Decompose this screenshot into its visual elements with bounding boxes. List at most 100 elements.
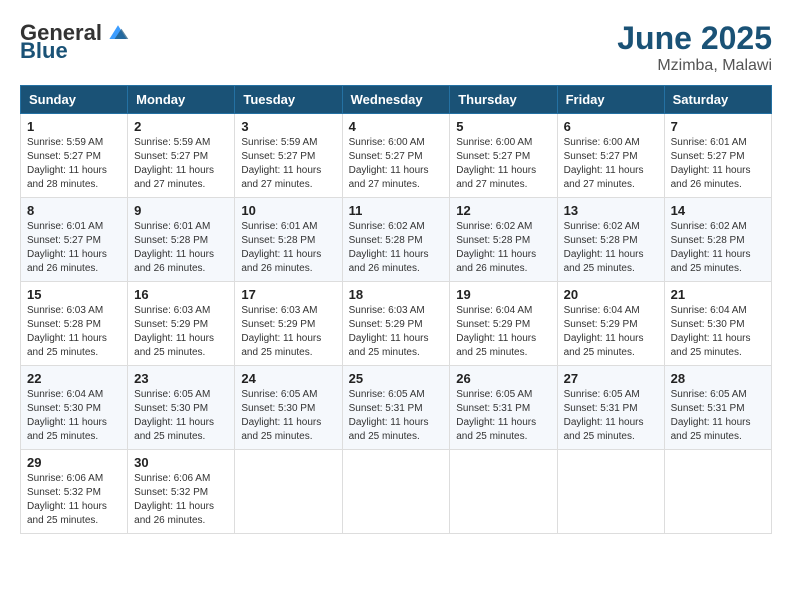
calendar-cell: 28 Sunrise: 6:05 AMSunset: 5:31 PMDaylig… bbox=[664, 366, 771, 450]
calendar-cell: 20 Sunrise: 6:04 AMSunset: 5:29 PMDaylig… bbox=[557, 282, 664, 366]
calendar-header-wednesday: Wednesday bbox=[342, 86, 450, 114]
day-info: Sunrise: 5:59 AMSunset: 5:27 PMDaylight:… bbox=[134, 137, 214, 190]
day-number: 17 bbox=[241, 287, 335, 302]
day-number: 30 bbox=[134, 455, 228, 470]
calendar-cell: 19 Sunrise: 6:04 AMSunset: 5:29 PMDaylig… bbox=[450, 282, 557, 366]
calendar-cell: 18 Sunrise: 6:03 AMSunset: 5:29 PMDaylig… bbox=[342, 282, 450, 366]
calendar-header-thursday: Thursday bbox=[450, 86, 557, 114]
day-info: Sunrise: 6:03 AMSunset: 5:29 PMDaylight:… bbox=[241, 305, 321, 358]
day-info: Sunrise: 6:02 AMSunset: 5:28 PMDaylight:… bbox=[564, 221, 644, 274]
calendar-cell: 22 Sunrise: 6:04 AMSunset: 5:30 PMDaylig… bbox=[21, 366, 128, 450]
day-info: Sunrise: 6:01 AMSunset: 5:28 PMDaylight:… bbox=[241, 221, 321, 274]
day-number: 14 bbox=[671, 203, 765, 218]
day-info: Sunrise: 6:03 AMSunset: 5:29 PMDaylight:… bbox=[349, 305, 429, 358]
calendar-cell: 23 Sunrise: 6:05 AMSunset: 5:30 PMDaylig… bbox=[128, 366, 235, 450]
calendar-cell: 10 Sunrise: 6:01 AMSunset: 5:28 PMDaylig… bbox=[235, 198, 342, 282]
calendar-cell: 6 Sunrise: 6:00 AMSunset: 5:27 PMDayligh… bbox=[557, 114, 664, 198]
day-info: Sunrise: 6:00 AMSunset: 5:27 PMDaylight:… bbox=[564, 137, 644, 190]
calendar-cell bbox=[342, 450, 450, 534]
day-number: 3 bbox=[241, 119, 335, 134]
calendar-week-row: 29 Sunrise: 6:06 AMSunset: 5:32 PMDaylig… bbox=[21, 450, 772, 534]
logo: General Blue bbox=[20, 20, 130, 64]
day-number: 11 bbox=[349, 203, 444, 218]
calendar-cell: 14 Sunrise: 6:02 AMSunset: 5:28 PMDaylig… bbox=[664, 198, 771, 282]
calendar-cell bbox=[235, 450, 342, 534]
day-info: Sunrise: 6:00 AMSunset: 5:27 PMDaylight:… bbox=[456, 137, 536, 190]
day-number: 13 bbox=[564, 203, 658, 218]
day-number: 1 bbox=[27, 119, 121, 134]
day-info: Sunrise: 6:05 AMSunset: 5:31 PMDaylight:… bbox=[671, 389, 751, 442]
day-number: 4 bbox=[349, 119, 444, 134]
day-info: Sunrise: 6:01 AMSunset: 5:27 PMDaylight:… bbox=[27, 221, 107, 274]
day-number: 25 bbox=[349, 371, 444, 386]
day-info: Sunrise: 6:02 AMSunset: 5:28 PMDaylight:… bbox=[349, 221, 429, 274]
day-number: 12 bbox=[456, 203, 550, 218]
logo-icon bbox=[106, 23, 130, 43]
day-number: 16 bbox=[134, 287, 228, 302]
day-info: Sunrise: 6:05 AMSunset: 5:30 PMDaylight:… bbox=[134, 389, 214, 442]
day-number: 22 bbox=[27, 371, 121, 386]
calendar-cell: 5 Sunrise: 6:00 AMSunset: 5:27 PMDayligh… bbox=[450, 114, 557, 198]
day-number: 19 bbox=[456, 287, 550, 302]
day-number: 29 bbox=[27, 455, 121, 470]
day-info: Sunrise: 6:05 AMSunset: 5:31 PMDaylight:… bbox=[564, 389, 644, 442]
calendar-header-row: SundayMondayTuesdayWednesdayThursdayFrid… bbox=[21, 86, 772, 114]
calendar-cell bbox=[664, 450, 771, 534]
calendar-header-saturday: Saturday bbox=[664, 86, 771, 114]
day-number: 23 bbox=[134, 371, 228, 386]
page-header: General Blue June 2025 Mzimba, Malawi bbox=[20, 20, 772, 75]
day-number: 5 bbox=[456, 119, 550, 134]
calendar-cell: 24 Sunrise: 6:05 AMSunset: 5:30 PMDaylig… bbox=[235, 366, 342, 450]
calendar-cell: 7 Sunrise: 6:01 AMSunset: 5:27 PMDayligh… bbox=[664, 114, 771, 198]
day-number: 6 bbox=[564, 119, 658, 134]
calendar-week-row: 8 Sunrise: 6:01 AMSunset: 5:27 PMDayligh… bbox=[21, 198, 772, 282]
calendar-cell bbox=[450, 450, 557, 534]
calendar-header-tuesday: Tuesday bbox=[235, 86, 342, 114]
calendar-cell: 29 Sunrise: 6:06 AMSunset: 5:32 PMDaylig… bbox=[21, 450, 128, 534]
calendar-cell: 1 Sunrise: 5:59 AMSunset: 5:27 PMDayligh… bbox=[21, 114, 128, 198]
day-number: 26 bbox=[456, 371, 550, 386]
calendar-week-row: 22 Sunrise: 6:04 AMSunset: 5:30 PMDaylig… bbox=[21, 366, 772, 450]
calendar-week-row: 1 Sunrise: 5:59 AMSunset: 5:27 PMDayligh… bbox=[21, 114, 772, 198]
day-info: Sunrise: 5:59 AMSunset: 5:27 PMDaylight:… bbox=[241, 137, 321, 190]
title-block: June 2025 Mzimba, Malawi bbox=[617, 20, 772, 75]
day-info: Sunrise: 5:59 AMSunset: 5:27 PMDaylight:… bbox=[27, 137, 107, 190]
day-info: Sunrise: 6:05 AMSunset: 5:30 PMDaylight:… bbox=[241, 389, 321, 442]
day-info: Sunrise: 6:02 AMSunset: 5:28 PMDaylight:… bbox=[671, 221, 751, 274]
calendar-header-friday: Friday bbox=[557, 86, 664, 114]
day-info: Sunrise: 6:05 AMSunset: 5:31 PMDaylight:… bbox=[456, 389, 536, 442]
calendar-cell: 27 Sunrise: 6:05 AMSunset: 5:31 PMDaylig… bbox=[557, 366, 664, 450]
day-number: 18 bbox=[349, 287, 444, 302]
calendar-cell: 12 Sunrise: 6:02 AMSunset: 5:28 PMDaylig… bbox=[450, 198, 557, 282]
calendar-header-sunday: Sunday bbox=[21, 86, 128, 114]
calendar-cell: 16 Sunrise: 6:03 AMSunset: 5:29 PMDaylig… bbox=[128, 282, 235, 366]
calendar-table: SundayMondayTuesdayWednesdayThursdayFrid… bbox=[20, 85, 772, 534]
calendar-cell: 30 Sunrise: 6:06 AMSunset: 5:32 PMDaylig… bbox=[128, 450, 235, 534]
calendar-cell: 9 Sunrise: 6:01 AMSunset: 5:28 PMDayligh… bbox=[128, 198, 235, 282]
day-info: Sunrise: 6:02 AMSunset: 5:28 PMDaylight:… bbox=[456, 221, 536, 274]
day-number: 9 bbox=[134, 203, 228, 218]
day-number: 28 bbox=[671, 371, 765, 386]
calendar-cell bbox=[557, 450, 664, 534]
day-info: Sunrise: 6:03 AMSunset: 5:28 PMDaylight:… bbox=[27, 305, 107, 358]
day-info: Sunrise: 6:04 AMSunset: 5:30 PMDaylight:… bbox=[27, 389, 107, 442]
day-number: 2 bbox=[134, 119, 228, 134]
calendar-cell: 4 Sunrise: 6:00 AMSunset: 5:27 PMDayligh… bbox=[342, 114, 450, 198]
day-number: 8 bbox=[27, 203, 121, 218]
day-info: Sunrise: 6:00 AMSunset: 5:27 PMDaylight:… bbox=[349, 137, 429, 190]
day-number: 20 bbox=[564, 287, 658, 302]
day-number: 10 bbox=[241, 203, 335, 218]
calendar-cell: 11 Sunrise: 6:02 AMSunset: 5:28 PMDaylig… bbox=[342, 198, 450, 282]
day-info: Sunrise: 6:01 AMSunset: 5:27 PMDaylight:… bbox=[671, 137, 751, 190]
calendar-header-monday: Monday bbox=[128, 86, 235, 114]
calendar-cell: 3 Sunrise: 5:59 AMSunset: 5:27 PMDayligh… bbox=[235, 114, 342, 198]
day-info: Sunrise: 6:06 AMSunset: 5:32 PMDaylight:… bbox=[134, 473, 214, 526]
calendar-cell: 25 Sunrise: 6:05 AMSunset: 5:31 PMDaylig… bbox=[342, 366, 450, 450]
calendar-cell: 8 Sunrise: 6:01 AMSunset: 5:27 PMDayligh… bbox=[21, 198, 128, 282]
day-info: Sunrise: 6:06 AMSunset: 5:32 PMDaylight:… bbox=[27, 473, 107, 526]
day-number: 7 bbox=[671, 119, 765, 134]
day-number: 15 bbox=[27, 287, 121, 302]
day-info: Sunrise: 6:04 AMSunset: 5:29 PMDaylight:… bbox=[456, 305, 536, 358]
day-number: 21 bbox=[671, 287, 765, 302]
calendar-cell: 17 Sunrise: 6:03 AMSunset: 5:29 PMDaylig… bbox=[235, 282, 342, 366]
